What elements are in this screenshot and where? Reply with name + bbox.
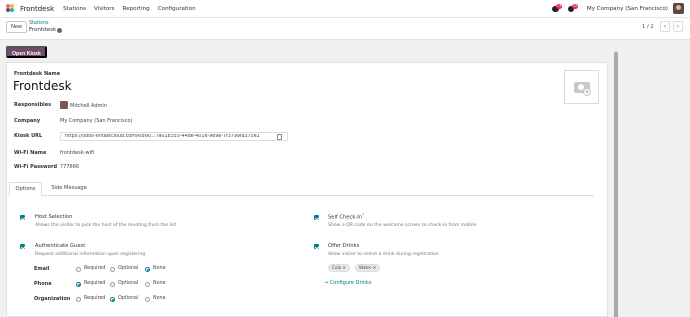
radio-label: None [153,266,166,271]
organization-none-radio[interactable] [145,297,150,302]
phone-none-radio[interactable] [145,282,150,287]
scrollbar-thumb[interactable] [614,52,618,317]
email-none-radio[interactable] [145,267,150,272]
offer-drinks-checkbox[interactable] [314,244,319,249]
host-selection-desc: Allows the visitor to pick the host of t… [35,223,177,228]
radio-label: Required [84,281,106,286]
self-checkin-title: Self Check-In? [328,213,364,221]
app-name[interactable]: Frontdesk [20,5,54,13]
frontdesk-name-field[interactable]: Frontdesk [13,79,72,93]
wifi-password-label: Wi-Fi Password [14,164,58,170]
offer-drinks-desc: Allow visitor to select a drink during r… [328,252,439,257]
radio-label: Optional [118,266,139,271]
menu-configuration[interactable]: Configuration [158,6,196,12]
responsibles-field[interactable]: Mitchell Admin [70,103,107,109]
email-optional-radio[interactable] [110,267,115,272]
wifi-name-field[interactable]: frontdesk-wifi [60,150,94,156]
notebook-tabs: Options Side Message [7,182,594,196]
host-selection-checkbox[interactable] [20,215,25,220]
responsibles-label: Responsibles [14,102,52,108]
email-label: Email [34,266,50,272]
drink-tag-cola[interactable]: Cola ✕ [328,264,351,272]
messages-icon[interactable]: 13 [551,4,563,13]
responsible-avatar [60,101,68,109]
authenticate-guest-desc: Request additional information upon regi… [35,252,146,257]
self-checkin-checkbox[interactable] [314,215,319,220]
new-button[interactable]: New [6,21,27,33]
drink-tag-water[interactable]: Water ✕ [355,264,381,272]
pager-next-button[interactable]: › [673,21,683,32]
activities-badge: 32 [571,4,579,9]
configure-drinks-link[interactable]: → Configure Drinks [324,280,372,286]
menu-visitors[interactable]: Visitors [94,6,115,12]
tab-options[interactable]: Options [9,182,42,196]
radio-label: Required [84,266,106,271]
kiosk-url-field[interactable]: https://odoo-entastcloud.com/kiosk/...?a… [60,132,288,141]
pager-value[interactable]: 1 / 2 [642,24,654,30]
wifi-password-field[interactable]: 777666 [60,164,79,170]
messages-badge: 13 [555,4,563,9]
company-field[interactable]: My Company (San Francisco) [60,118,133,124]
radio-label: Required [84,296,106,301]
frontdesk-logo-icon[interactable] [6,4,15,13]
phone-optional-radio[interactable] [110,282,115,287]
help-icon[interactable]: ? [362,213,364,217]
copy-icon[interactable] [277,134,282,140]
breadcrumb-current: Frontdesk [29,27,57,33]
plus-icon: + [583,88,591,96]
pager-prev-button[interactable]: ‹ [660,21,670,32]
radio-label: None [153,296,166,301]
menu-reporting[interactable]: Reporting [123,6,150,12]
frontdesk-name-label: Frontdesk Name [14,71,61,77]
self-checkin-desc: Show a QR code on the welcome screen to … [328,223,477,228]
kiosk-url-value: https://odoo-entastcloud.com/kiosk/...?a… [65,134,260,139]
form-view: Open Kiosk Frontdesk Name Frontdesk + Re… [0,40,690,317]
radio-label: Optional [118,281,139,286]
top-navbar: Frontdesk Stations Visitors Reporting Co… [0,0,690,18]
image-upload[interactable]: + [564,70,599,104]
activities-icon[interactable]: 32 [567,4,579,13]
open-kiosk-button[interactable]: Open Kiosk [6,46,47,58]
menu-stations[interactable]: Stations [63,6,86,12]
systray: 13 32 My Company (San Francisco) [551,3,684,14]
radio-label: None [153,281,166,286]
host-selection-title: Host Selection [35,214,73,220]
control-panel: New Stations Frontdesk 1 / 2 ‹ › [0,18,690,40]
company-switcher[interactable]: My Company (San Francisco) [587,6,668,12]
tab-side-message[interactable]: Side Message [45,182,93,196]
breadcrumb-stations[interactable]: Stations [29,21,49,26]
authenticate-guest-checkbox[interactable] [20,244,25,249]
wifi-name-label: Wi-Fi Name [14,150,47,156]
authenticate-guest-title: Authenticate Guest [35,243,86,249]
offer-drinks-title: Offer Drinks [328,243,360,249]
organization-required-radio[interactable] [76,297,81,302]
company-label: Company [14,118,41,124]
kiosk-url-label: Kiosk URL [14,133,43,139]
organization-optional-radio[interactable] [110,297,115,302]
organization-label: Organization [34,296,71,302]
radio-label: Optional [118,296,139,301]
phone-required-radio[interactable] [76,282,81,287]
user-avatar[interactable] [673,3,684,14]
email-required-radio[interactable] [76,267,81,272]
gear-icon[interactable] [57,28,62,33]
phone-label: Phone [34,281,52,287]
